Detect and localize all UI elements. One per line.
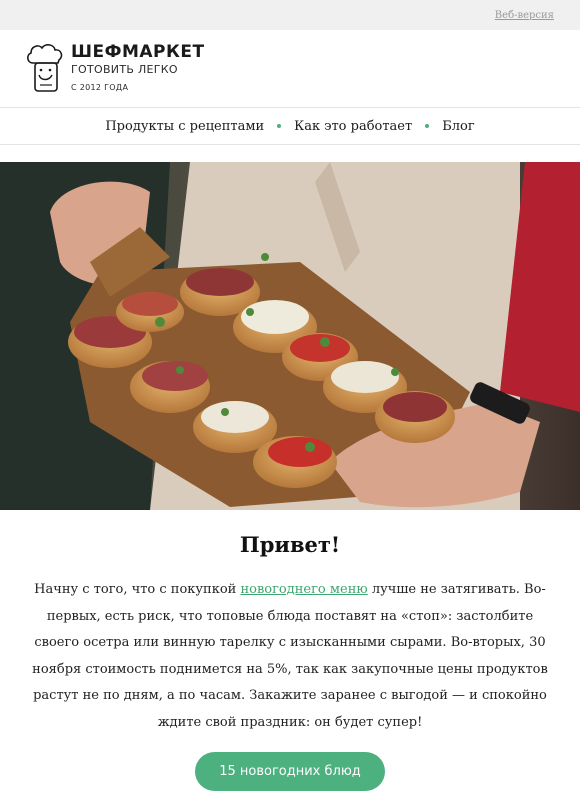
brand-block: ШЕФМАРКЕТ ГОТОВИТЬ ЛЕГКО С 2012 ГОДА xyxy=(71,42,205,96)
nav-item-products[interactable]: Продукты с рецептами xyxy=(105,119,264,134)
paragraph-text-start: Начну с того, что с покупкой xyxy=(34,582,241,597)
header: ШЕФМАРКЕТ ГОТОВИТЬ ЛЕГКО С 2012 ГОДА xyxy=(0,30,580,108)
nav-separator-dot xyxy=(277,124,282,128)
chef-hat-icon[interactable] xyxy=(25,41,65,97)
nav-item-blog[interactable]: Блог xyxy=(442,119,474,134)
brand-since: С 2012 ГОДА xyxy=(71,82,129,92)
top-bar: Веб-версия xyxy=(0,0,580,30)
brand-tagline: ГОТОВИТЬ ЛЕГКО xyxy=(71,62,178,76)
cta-button[interactable]: 15 новогодних блюд xyxy=(195,752,385,791)
main-content: Привет! Начну с того, что с покупкой нов… xyxy=(0,532,580,791)
hero-image xyxy=(0,162,580,510)
nav-separator-dot xyxy=(425,124,430,128)
intro-paragraph: Начну с того, что с покупкой новогоднего… xyxy=(28,577,552,736)
bruschetta-board-photo xyxy=(0,162,580,510)
greeting-heading: Привет! xyxy=(239,532,341,557)
main-nav: Продукты с рецептами Как это работает Бл… xyxy=(0,108,580,145)
paragraph-text-end: лучше не затягивать. Во-первых, есть рис… xyxy=(32,582,548,730)
brand-name[interactable]: ШЕФМАРКЕТ xyxy=(71,42,205,62)
new-year-menu-link[interactable]: новогоднего меню xyxy=(240,582,367,597)
nav-item-how-it-works[interactable]: Как это работает xyxy=(294,119,412,134)
web-version-link[interactable]: Веб-версия xyxy=(495,10,554,21)
